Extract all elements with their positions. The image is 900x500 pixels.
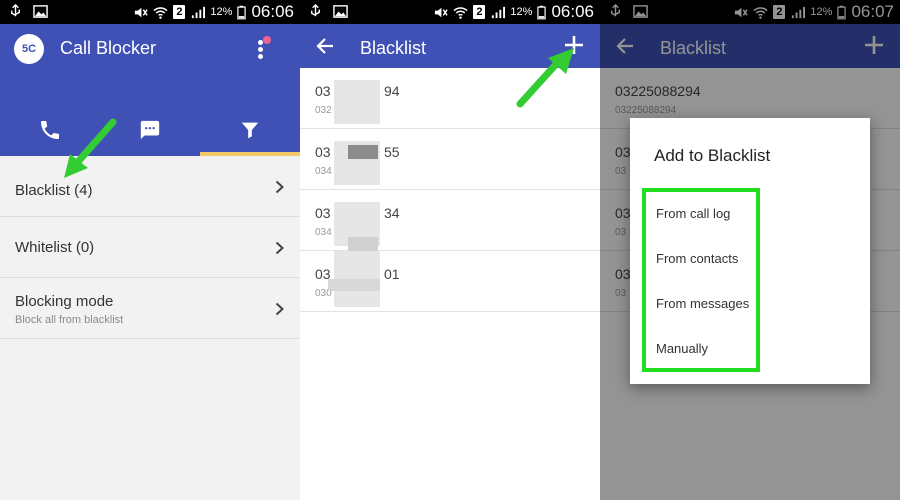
clock: 06:06 — [251, 2, 294, 21]
clock: 06:06 — [551, 2, 594, 21]
redaction — [348, 145, 378, 159]
network-badge: 2 — [173, 5, 186, 19]
option-from-contacts[interactable]: From contacts — [656, 251, 738, 266]
row-label: Whitelist (0) — [15, 239, 95, 256]
battery-percent: 12% — [510, 6, 533, 18]
screen-add-to-blacklist: 2 12% 06:07 Blacklist 03225088294 032250… — [600, 0, 900, 500]
add-to-blacklist-dialog: Add to Blacklist From call log From cont… — [630, 118, 870, 384]
overflow-menu-icon[interactable] — [252, 34, 271, 60]
list-item-whitelist[interactable]: Whitelist (0) — [0, 217, 300, 278]
status-bar: 2 12% 06:06 — [300, 0, 600, 24]
mute-icon — [435, 7, 449, 17]
chevron-right-icon — [275, 302, 284, 316]
row-label: Blacklist (4) — [15, 182, 93, 199]
row-label: Blocking mode — [15, 293, 114, 310]
phone-number-start: 03 — [315, 83, 331, 99]
tab-bar — [0, 104, 300, 156]
battery-icon — [237, 5, 247, 19]
phone-number-end: 55 — [384, 144, 400, 160]
wifi-icon — [453, 6, 469, 19]
phone-number-end: 01 — [384, 266, 400, 282]
notification-dot — [263, 36, 271, 44]
app-bar: 5C Call Blocker — [0, 24, 300, 156]
phone-number-end: 94 — [384, 83, 400, 99]
redaction — [334, 80, 380, 124]
list-item[interactable]: 03 55 034 — [300, 129, 600, 190]
phone-number-sub: 032 — [315, 105, 332, 116]
screen-blacklist: 2 12% 06:06 Blacklist 03 94 032 03 55 03… — [300, 0, 600, 500]
wifi-icon — [153, 6, 169, 19]
row-sublabel: Block all from blacklist — [15, 314, 124, 326]
phone-number-end: 34 — [384, 205, 400, 221]
annotation-arrow — [516, 48, 574, 108]
redaction — [348, 237, 378, 251]
filter-icon — [241, 122, 259, 139]
dialog-title: Add to Blacklist — [654, 146, 771, 165]
image-icon — [33, 5, 48, 18]
message-icon — [140, 120, 160, 140]
back-arrow-icon[interactable] — [316, 37, 334, 55]
list-item[interactable]: 03 01 030 — [300, 251, 600, 312]
phone-number-start: 03 — [315, 144, 331, 160]
annotation-arrow — [64, 118, 117, 178]
phone-number-start: 03 — [315, 205, 331, 221]
signal-icon — [492, 6, 506, 18]
battery-icon — [537, 5, 547, 19]
screen-title: Blacklist — [360, 38, 427, 58]
usb-icon — [11, 4, 20, 17]
tab-filter[interactable] — [200, 104, 300, 156]
phone-number-sub: 034 — [315, 227, 332, 238]
option-from-call-log[interactable]: From call log — [656, 206, 730, 221]
option-manually[interactable]: Manually — [656, 341, 708, 356]
settings-list: Blacklist (4) Whitelist (0) Blocking mod… — [0, 156, 300, 339]
app-logo: 5C — [14, 34, 44, 64]
signal-icon — [192, 6, 206, 18]
image-icon — [333, 5, 348, 18]
chevron-right-icon — [275, 180, 284, 194]
network-badge: 2 — [473, 5, 486, 19]
chevron-right-icon — [275, 241, 284, 255]
mute-icon — [135, 7, 149, 17]
screen-call-blocker-home: 2 12% 06:06 5C Call Blocker Blacklist (4… — [0, 0, 300, 500]
status-bar: 2 12% 06:06 — [0, 0, 300, 24]
list-item-blacklist[interactable]: Blacklist (4) — [0, 156, 300, 217]
list-item-blocking-mode[interactable]: Blocking mode Block all from blacklist — [0, 278, 300, 339]
battery-percent: 12% — [210, 6, 233, 18]
phone-number-sub: 034 — [315, 166, 332, 177]
redaction — [328, 279, 380, 291]
option-from-messages[interactable]: From messages — [656, 296, 749, 311]
usb-icon — [311, 4, 320, 17]
highlight-box: From call log From contacts From message… — [642, 188, 760, 372]
list-item[interactable]: 03 34 034 — [300, 190, 600, 251]
app-title: Call Blocker — [60, 38, 157, 58]
